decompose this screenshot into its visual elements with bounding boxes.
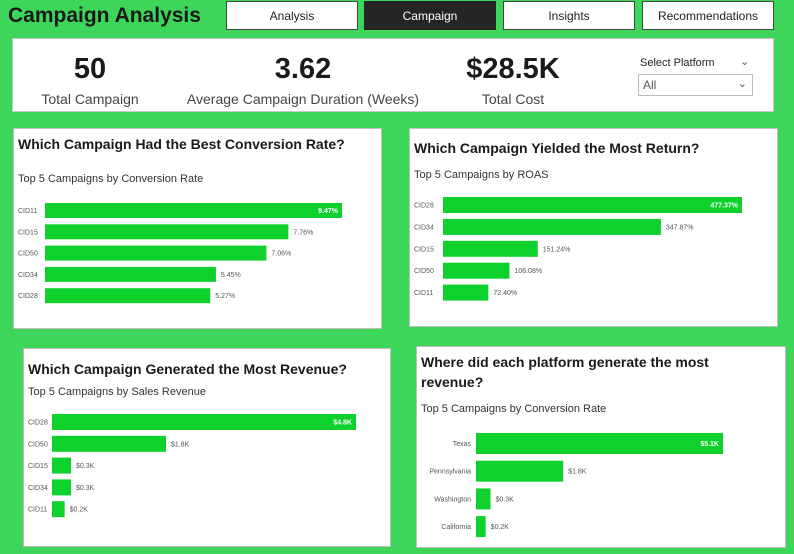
bar[interactable] (443, 218, 661, 235)
bar[interactable] (52, 414, 356, 430)
category-label: CID28 (18, 293, 38, 300)
category-label: CID11 (18, 208, 37, 215)
bar[interactable] (476, 433, 723, 454)
chart-conversion-rate: CID11 9.47% CID15 7.76% CID50 7.06% CID34 5.45%… (18, 203, 342, 304)
kpi-label: Average Campaign Duration (Weeks) (186, 91, 420, 107)
kpi-panel: 50 Total Campaign 3.62 Average Campaign … (12, 38, 774, 112)
category-label: CID28 (414, 203, 434, 210)
kpi-avg-duration: 3.62 Average Campaign Duration (Weeks) (181, 53, 425, 107)
value-label: $0.3K (76, 485, 95, 492)
bar[interactable] (52, 457, 71, 474)
page-title: Campaign Analysis (8, 4, 201, 27)
bar[interactable] (443, 262, 510, 279)
bar[interactable] (52, 479, 71, 496)
category-label: CID15 (414, 246, 434, 253)
value-label: $4.8K (333, 420, 352, 427)
kpi-value: 3.62 (274, 53, 332, 85)
bar[interactable] (476, 488, 491, 510)
category-label: California (441, 524, 471, 531)
bar[interactable] (45, 224, 289, 240)
value-label: 5.45% (221, 272, 241, 279)
category-label: CID15 (18, 229, 38, 236)
value-label: 106.08% (514, 268, 542, 275)
value-label: $0.3K (496, 496, 515, 503)
card-revenue: Which Campaign Generated the Most Revenu… (23, 348, 391, 547)
bar[interactable] (476, 516, 486, 538)
chart-roas: CID28 477.37% CID34 347.87% CID15 151.24% CID5… (414, 197, 742, 301)
value-label: $1.8K (568, 469, 587, 476)
category-label: CID34 (18, 272, 38, 279)
slicer-collapse-icon[interactable]: ⌄ (740, 55, 749, 68)
kpi-value: $28.5K (466, 53, 560, 85)
category-label: CID34 (28, 485, 48, 492)
slicer-title: Select Platform (640, 57, 715, 69)
kpi-value: 50 (73, 53, 107, 85)
category-label: CID15 (28, 463, 48, 470)
tab-insights[interactable]: Insights (503, 1, 635, 30)
card-platform-revenue: Where did each platform generate the mos… (416, 346, 786, 548)
value-label: 7.06% (271, 251, 291, 258)
value-label: 72.40% (493, 290, 517, 297)
category-label: CID50 (28, 441, 48, 448)
tab-campaign[interactable]: Campaign (364, 1, 496, 30)
kpi-total-campaign: 50 Total Campaign (27, 53, 153, 107)
platform-dropdown[interactable]: All ⌄ (638, 74, 753, 96)
category-label: CID28 (28, 420, 48, 427)
category-label: Washington (434, 496, 471, 503)
chevron-down-icon: ⌄ (737, 78, 747, 90)
category-label: CID50 (18, 251, 38, 258)
value-label: 5.27% (215, 293, 235, 300)
category-label: CID11 (28, 507, 47, 514)
category-label: CID50 (414, 268, 434, 275)
kpi-label: Total Cost (481, 91, 545, 107)
value-label: 7.76% (293, 229, 313, 236)
bar[interactable] (52, 435, 166, 452)
tab-recommendations[interactable]: Recommendations (642, 1, 774, 30)
card-roas: Which Campaign Yielded the Most Return? … (409, 128, 778, 327)
bar[interactable] (45, 203, 342, 218)
card-conversion-rate: Which Campaign Had the Best Conversion R… (13, 128, 382, 329)
tab-analysis[interactable]: Analysis (226, 1, 358, 30)
value-label: $5.1K (700, 441, 719, 448)
value-label: $0.2K (491, 524, 510, 531)
platform-dropdown-value: All (643, 78, 657, 92)
category-label: Pennsylvania (429, 469, 471, 476)
value-label: 477.37% (710, 203, 738, 210)
bar[interactable] (443, 197, 742, 213)
chart-platform-revenue: Texas $5.1K Pennsylvania $1.8K Washington $0.… (429, 433, 723, 538)
category-label: Texas (453, 441, 472, 448)
value-label: $0.2K (70, 507, 89, 514)
chart-revenue: CID28 $4.8K CID50 $1.8K CID15 $0.3K CID34 $0.3K… (28, 414, 356, 518)
bar[interactable] (476, 460, 564, 482)
bar[interactable] (45, 245, 267, 261)
value-label: 9.47% (318, 208, 339, 215)
value-label: 347.87% (666, 224, 694, 231)
value-label: $1.8K (171, 441, 190, 448)
value-label: $0.3K (76, 463, 95, 470)
category-label: CID34 (414, 224, 434, 231)
bar[interactable] (443, 284, 489, 301)
kpi-label: Total Campaign (41, 91, 139, 107)
kpi-total-cost: $28.5K Total Cost (453, 53, 573, 107)
bar[interactable] (45, 288, 211, 304)
value-label: 151.24% (543, 246, 571, 253)
bar[interactable] (45, 266, 216, 282)
bar[interactable] (443, 240, 538, 257)
category-label: CID11 (414, 290, 433, 297)
bar[interactable] (52, 501, 65, 518)
